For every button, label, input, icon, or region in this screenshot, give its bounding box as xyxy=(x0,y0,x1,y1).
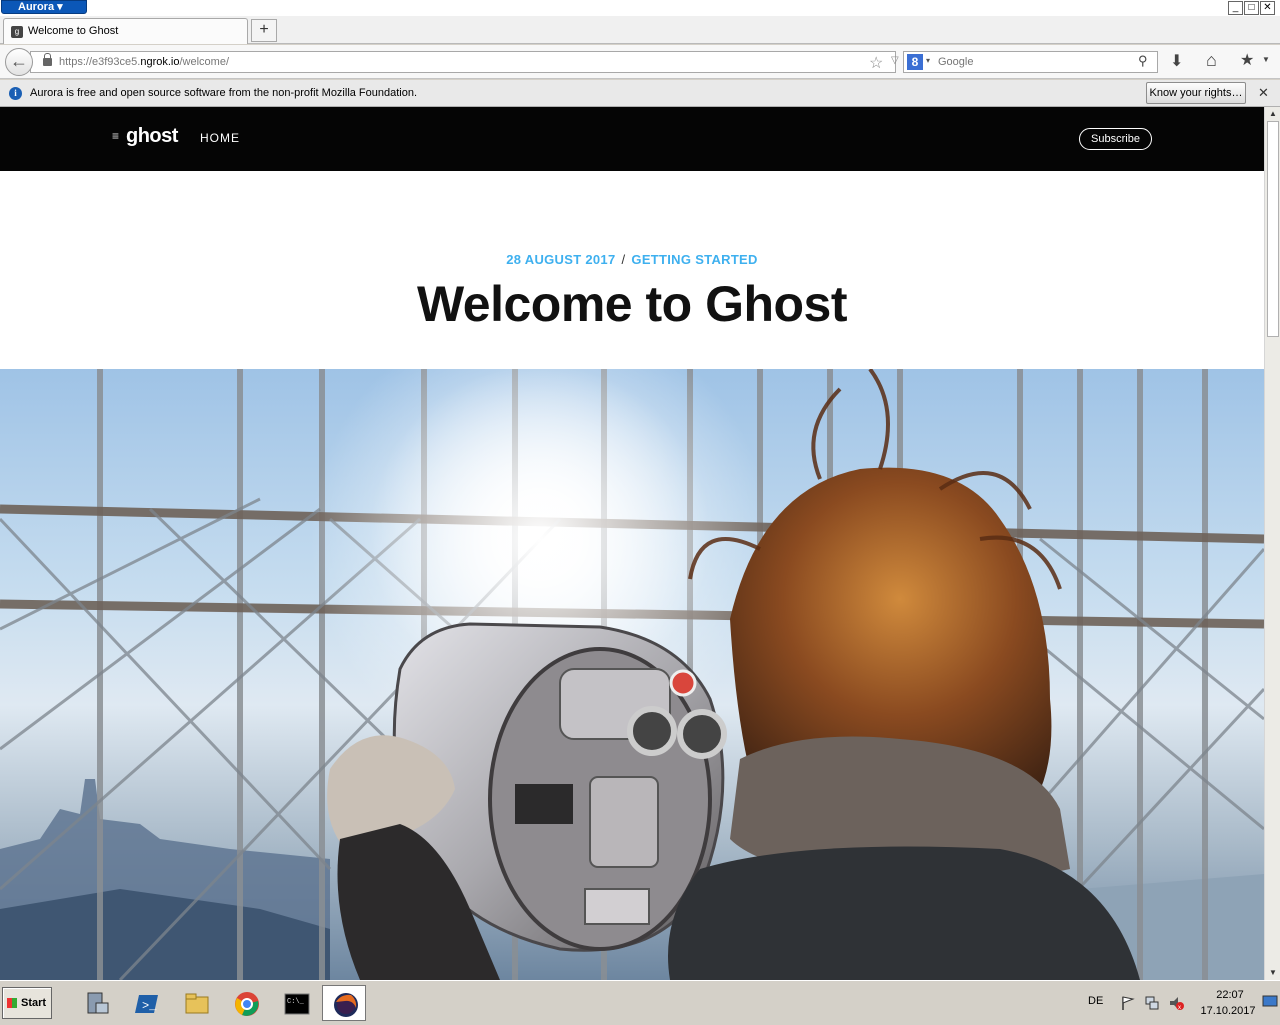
tab-title: Welcome to Ghost xyxy=(28,25,119,37)
system-tray: DE x 22:07 17.10.2017 xyxy=(1080,981,1280,1025)
windows-flag-icon xyxy=(7,998,17,1008)
taskbar-firefox-active[interactable] xyxy=(322,985,366,1021)
language-indicator[interactable]: DE xyxy=(1088,995,1103,1007)
bookmarks-icon[interactable]: ★ xyxy=(1240,50,1254,70)
scroll-down-icon[interactable]: ▼ xyxy=(1265,966,1280,980)
taskbar-powershell[interactable]: >_ xyxy=(124,985,168,1021)
svg-text:>_: >_ xyxy=(142,999,157,1013)
lock-icon[interactable] xyxy=(43,53,52,66)
svg-text:C:\_: C:\_ xyxy=(287,998,305,1006)
google-engine-icon[interactable]: 8 xyxy=(907,54,923,70)
post-title: Welcome to Ghost xyxy=(416,276,848,332)
folder-icon xyxy=(185,993,209,1014)
start-label: Start xyxy=(21,997,47,1009)
bookmark-star-icon[interactable]: ☆ xyxy=(869,53,883,73)
new-tab-button[interactable]: + xyxy=(251,19,277,42)
start-button[interactable]: Start xyxy=(2,987,52,1019)
firefox-icon xyxy=(334,993,358,1017)
taskbar-chrome[interactable] xyxy=(224,985,268,1021)
ghost-favicon-icon: g xyxy=(11,26,23,38)
powershell-icon: >_ xyxy=(135,995,158,1013)
info-icon: i xyxy=(9,87,22,100)
hero-image xyxy=(0,369,1264,980)
chevron-down-icon: ▾ xyxy=(57,1,63,13)
app-menu-button[interactable]: Aurora ▾ xyxy=(1,0,87,14)
back-button[interactable]: ← xyxy=(5,48,33,76)
taskbar: Start >_ C:\_ DE x 22:07 17.10.2017 xyxy=(0,980,1280,1024)
search-bar[interactable]: 8 ▾ ⚲ xyxy=(903,51,1158,73)
bookmarks-dropdown-icon[interactable]: ▼ xyxy=(1262,55,1270,64)
taskbar-server-manager[interactable] xyxy=(74,985,118,1021)
post-date: 28 AUGUST 2017 xyxy=(506,252,616,267)
taskbar-explorer[interactable] xyxy=(174,985,218,1021)
engine-dropdown-icon[interactable]: ▾ xyxy=(926,56,930,65)
scroll-thumb[interactable] xyxy=(1267,121,1279,337)
post-meta: 28 AUGUST 2017 / GETTING STARTED xyxy=(0,252,1264,267)
url-bar[interactable]: https://e3f93ce5.ngrok.io/welcome/ ☆ ▽ ↻ xyxy=(30,51,918,73)
close-icon[interactable]: ✕ xyxy=(1258,85,1269,101)
chrome-icon xyxy=(235,992,259,1016)
flag-icon[interactable] xyxy=(1120,995,1136,1011)
maximize-button[interactable]: □ xyxy=(1244,1,1259,15)
network-icon[interactable] xyxy=(1144,995,1160,1011)
search-icon[interactable]: ⚲ xyxy=(1138,53,1148,69)
clock-date[interactable]: 17.10.2017 xyxy=(1198,1005,1258,1017)
clock-time[interactable]: 22:07 xyxy=(1210,989,1250,1001)
know-your-rights-button[interactable]: Know your rights… xyxy=(1146,82,1246,104)
notification-bar: i Aurora is free and open source softwar… xyxy=(0,80,1280,107)
window-titlebar xyxy=(0,0,1280,16)
volume-muted-icon[interactable]: x xyxy=(1168,995,1184,1011)
subscribe-button[interactable]: Subscribe xyxy=(1079,128,1152,150)
app-menu-label: Aurora xyxy=(18,1,55,13)
home-icon[interactable]: ⌂ xyxy=(1206,50,1217,71)
taskbar-cmd[interactable]: C:\_ xyxy=(274,985,318,1021)
post-meta-separator: / xyxy=(621,252,626,267)
nav-home-link[interactable]: HOME xyxy=(200,131,240,145)
ghost-logo[interactable]: ≡ ghost xyxy=(112,125,178,148)
site-header: ≡ ghost HOME Subscribe xyxy=(0,107,1264,171)
tab-welcome-to-ghost[interactable]: g Welcome to Ghost xyxy=(3,18,248,44)
scroll-up-icon[interactable]: ▲ xyxy=(1265,107,1280,121)
page-viewport: ≡ ghost HOME Subscribe 28 AUGUST 2017 / GET… xyxy=(0,107,1264,980)
hero-photo-illustration xyxy=(0,369,1264,980)
minimize-button[interactable]: _ xyxy=(1228,1,1243,15)
svg-text:x: x xyxy=(1178,1005,1181,1011)
server-icon xyxy=(87,992,109,1014)
page-scrollbar[interactable]: ▲ ▼ xyxy=(1264,107,1280,980)
search-input[interactable] xyxy=(938,54,1133,70)
post-tag-link[interactable]: GETTING STARTED xyxy=(631,252,757,267)
close-window-button[interactable]: ✕ xyxy=(1260,1,1275,15)
url-text[interactable]: https://e3f93ce5.ngrok.io/welcome/ xyxy=(59,56,229,68)
history-dropdown-icon[interactable]: ▽ xyxy=(891,55,899,66)
ghost-mark-icon: ≡ xyxy=(112,129,119,143)
notification-text: Aurora is free and open source software … xyxy=(30,87,418,99)
show-desktop-icon[interactable] xyxy=(1262,995,1278,1009)
cmd-icon: C:\_ xyxy=(284,993,310,1015)
download-icon[interactable]: ⬇ xyxy=(1170,51,1183,71)
